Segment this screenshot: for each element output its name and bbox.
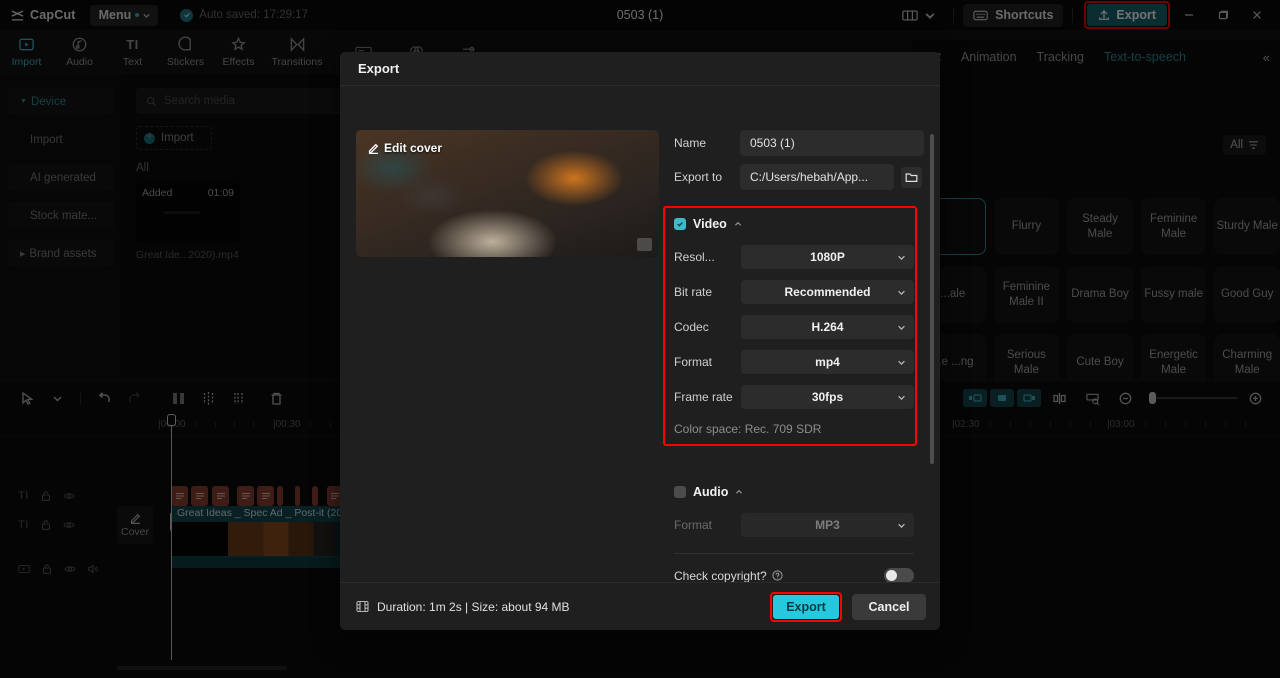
video-settings-section: Video Resol... 1080P Bit rate Recommende… [674,214,914,436]
name-field-row: Name 0503 (1) [674,130,924,156]
audio-settings-section: Audio Format MP3 [674,482,914,537]
edit-cover-button[interactable]: Edit cover [368,141,442,155]
video-enabled-checkbox[interactable] [674,218,686,230]
audio-format-select[interactable]: MP3 [741,513,914,537]
audio-format-row: Format MP3 [674,513,914,537]
framerate-row: Frame rate 30fps [674,385,914,409]
toggle-knob [886,570,897,581]
chevron-down-icon [898,523,905,528]
pencil-icon [368,143,379,154]
resolution-select[interactable]: 1080P [741,245,914,269]
chevron-down-icon [898,360,905,365]
export-form-fields: Name 0503 (1) Export to C:/Users/hebah/A… [674,130,924,198]
framerate-select[interactable]: 30fps [741,385,914,409]
audio-enabled-checkbox[interactable] [674,486,686,498]
name-field-label: Name [674,136,707,150]
codec-label: Codec [674,320,709,334]
audio-format-value: MP3 [815,518,840,532]
cover-resize-handle[interactable] [637,238,652,251]
cover-preview[interactable]: Edit cover [356,130,659,257]
name-input[interactable]: 0503 (1) [740,130,924,156]
format-select[interactable]: mp4 [741,350,914,374]
export-to-field-row: Export to C:/Users/hebah/App... [674,164,924,190]
duration-size-info: Duration: 1m 2s | Size: about 94 MB [356,600,570,614]
color-space-label: Color space: Rec. 709 SDR [674,422,822,436]
bitrate-value: Recommended [784,285,871,299]
film-icon [356,600,369,613]
dialog-export-highlight: Export [770,591,842,622]
chevron-down-icon [898,290,905,295]
framerate-label: Frame rate [674,390,733,404]
codec-row: Codec H.264 [674,315,914,339]
dialog-scrollbar[interactable] [930,134,934,464]
help-icon[interactable] [772,570,783,581]
browse-folder-button[interactable] [901,166,922,188]
chevron-up-icon[interactable] [734,220,742,228]
dialog-cancel-button[interactable]: Cancel [852,593,926,620]
chevron-up-icon[interactable] [735,488,743,496]
audio-format-label: Format [674,518,713,532]
export-to-field-label: Export to [674,170,723,184]
dialog-footer: Duration: 1m 2s | Size: about 94 MB Expo… [340,582,940,630]
format-label: Format [674,355,713,369]
check-copyright-toggle[interactable] [884,568,914,582]
export-to-input[interactable]: C:/Users/hebah/App... [740,164,894,190]
bitrate-row: Bit rate Recommended [674,280,914,304]
format-row: Format mp4 [674,350,914,374]
folder-icon [905,172,918,182]
resolution-label: Resol... [674,250,715,264]
video-section-title: Video [693,217,727,231]
codec-value: H.264 [811,320,844,334]
check-copyright-row: Check copyright? [674,568,914,582]
check-copyright-label: Check copyright? [674,568,767,583]
dialog-body: Edit cover Name 0503 (1) Export to C:/Us… [340,86,940,582]
chevron-down-icon [898,395,905,400]
audio-section-title: Audio [693,485,729,499]
resolution-value: 1080P [810,250,845,264]
chevron-down-icon [898,255,905,260]
framerate-value: 30fps [811,390,844,404]
audio-section-header: Audio [674,482,914,502]
capcut-window: CapCut Menu Auto saved: 17:29:17 0503 (1… [0,0,1280,678]
resolution-row: Resol... 1080P [674,245,914,269]
dialog-title: Export [340,52,940,86]
bitrate-label: Bit rate [674,285,713,299]
divider [674,553,914,554]
video-section-header: Video [674,214,914,234]
dialog-export-button[interactable]: Export [773,594,839,619]
duration-size-label: Duration: 1m 2s | Size: about 94 MB [377,599,570,614]
export-dialog: Export Edit cover Name 0503 (1) Export t… [340,52,940,630]
codec-select[interactable]: H.264 [741,315,914,339]
edit-cover-label: Edit cover [384,141,443,155]
bitrate-select[interactable]: Recommended [741,280,914,304]
chevron-down-icon [898,325,905,330]
format-value: mp4 [815,355,840,369]
dialog-actions: Export Cancel [770,591,926,622]
